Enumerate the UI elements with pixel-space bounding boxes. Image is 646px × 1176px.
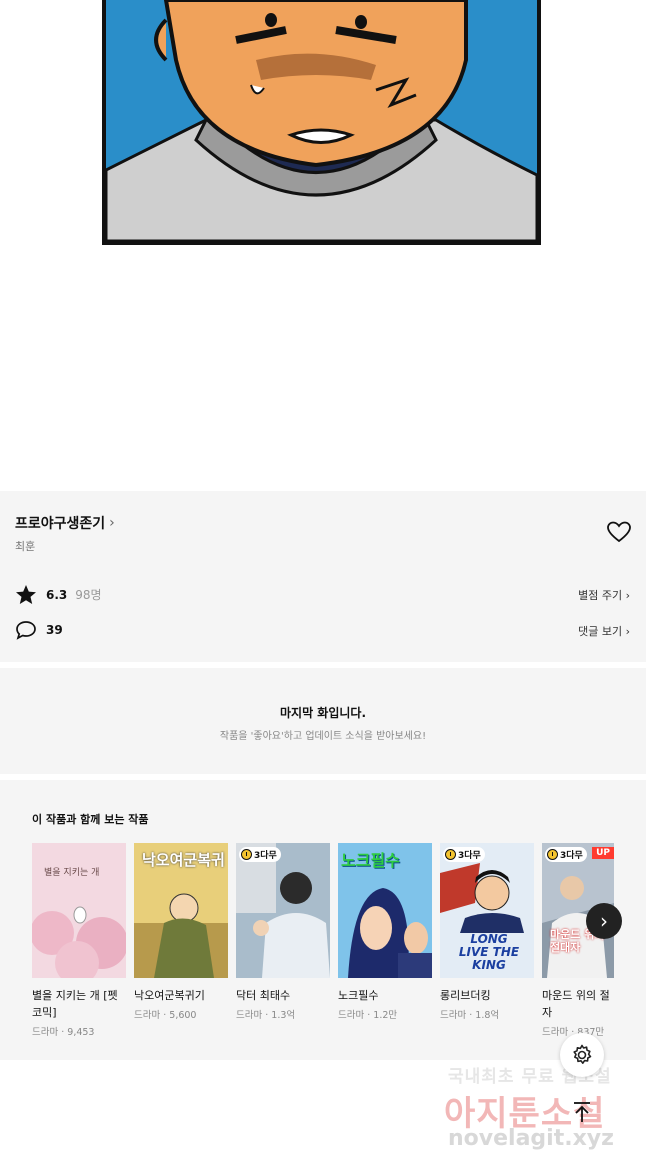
gear-icon xyxy=(573,1044,592,1064)
chevron-right-icon: › xyxy=(109,515,115,531)
scroll-to-top-icon[interactable] xyxy=(570,1100,594,1124)
carousel-next-button[interactable]: › xyxy=(586,903,622,939)
badge-label: 3다무 xyxy=(254,851,277,861)
up-badge: UP xyxy=(592,847,614,859)
free-wait-badge: 3다무 xyxy=(545,847,587,862)
cover-art xyxy=(236,843,330,978)
free-wait-badge: 3다무 xyxy=(239,847,281,862)
star-icon xyxy=(16,585,36,604)
chevron-right-icon: › xyxy=(625,625,630,638)
recommend-title: 롱리브더킹 xyxy=(440,989,491,1002)
view-comments-button[interactable]: 댓글 보기 › xyxy=(578,623,630,639)
recommend-meta: 드라마 · 9,453 xyxy=(32,1027,95,1038)
recommend-title: 마운드 위의 절자 xyxy=(542,989,610,1019)
work-author: 최훈 xyxy=(15,540,36,553)
recommend-card[interactable]: 별을 지키는 개 별을 지키는 개 [펫코믹] 드라마 · 9,453 xyxy=(32,843,126,1038)
cover-art xyxy=(32,843,126,978)
comment-row: 39 xyxy=(15,620,63,640)
recommend-card[interactable]: 3다무 닥터 최태수 드라마 · 1.3억 xyxy=(236,843,330,1021)
cover-title: LONG LIVE THE KING xyxy=(458,932,520,972)
rating-row: 6.3 98명 xyxy=(15,584,102,605)
recommend-card[interactable]: 노크필수 노크필수 드라마 · 1.2만 xyxy=(338,843,432,1021)
recommend-meta: 드라마 · 1.8억 xyxy=(440,1010,500,1021)
recommendations-heading: 이 작품과 함께 보는 작품 xyxy=(32,813,149,826)
rate-button-label: 별점 주기 xyxy=(578,589,623,602)
recommendations-section: 이 작품과 함께 보는 작품 별을 지키는 개 별을 지키는 개 [펫코믹] 드… xyxy=(0,780,646,1060)
last-episode-title: 마지막 화입니다. xyxy=(279,706,367,720)
last-episode-notice: 마지막 화입니다. 작품을 '좋아요'하고 업데이트 소식을 받아보세요! xyxy=(0,668,646,774)
recommend-meta: 드라마 · 1.2만 xyxy=(338,1010,398,1021)
recommend-title: 노크필수 xyxy=(338,989,379,1002)
cover-title: 별을 지키는 개 xyxy=(44,868,100,878)
recommend-card[interactable]: LONG LIVE THE KING 3다무 롱리브더킹 드라마 · 1.8억 xyxy=(440,843,534,1021)
recommend-title: 낙오여군복귀기 xyxy=(134,989,205,1002)
recommend-title: 별을 지키는 개 [펫코믹] xyxy=(32,989,118,1019)
heart-icon[interactable] xyxy=(606,520,632,544)
recommend-card[interactable]: 마운드 위의 절대자 3다무 UP 마운드 위의 절자 드라마 · 837만 xyxy=(542,843,614,1038)
cover-title: 노크필수 xyxy=(341,851,400,870)
comic-panel xyxy=(102,0,541,245)
comment-icon xyxy=(16,621,36,640)
clock-icon xyxy=(445,849,456,860)
recommend-meta: 드라마 · 5,600 xyxy=(134,1010,197,1021)
last-episode-subtitle: 작품을 '좋아요'하고 업데이트 소식을 받아보세요! xyxy=(219,731,427,742)
view-comments-label: 댓글 보기 xyxy=(578,625,623,638)
recommend-meta: 드라마 · 1.3억 xyxy=(236,1010,296,1021)
clock-icon xyxy=(547,849,558,860)
recommend-thumbnail: 별을 지키는 개 xyxy=(32,843,126,978)
settings-button[interactable] xyxy=(560,1033,604,1077)
work-title-link[interactable]: 프로야구생존기 › xyxy=(15,513,115,533)
rate-button[interactable]: 별점 주기 › xyxy=(578,587,630,603)
clock-icon xyxy=(241,849,252,860)
chevron-right-icon: › xyxy=(625,589,630,602)
recommend-title: 닥터 최태수 xyxy=(236,989,291,1002)
recommend-thumbnail: LONG LIVE THE KING 3다무 xyxy=(440,843,534,978)
free-wait-badge: 3다무 xyxy=(443,847,485,862)
work-title: 프로야구생존기 xyxy=(15,516,106,532)
cover-title: 낙오여군복귀 xyxy=(142,851,225,869)
comment-count: 39 xyxy=(46,623,63,637)
badge-label: 3다무 xyxy=(458,851,481,861)
recommend-thumbnail: 3다무 xyxy=(236,843,330,978)
chevron-right-icon: › xyxy=(600,909,608,933)
rating-count: 98명 xyxy=(75,588,102,602)
rating-value: 6.3 xyxy=(46,587,68,602)
comic-illustration xyxy=(106,0,537,241)
watermark-line3: novelagit.xyz xyxy=(448,1126,614,1151)
badge-label: 3다무 xyxy=(560,851,583,861)
watermark: 국내최초 무료 웹소설 아지툰소설 novelagit.xyz xyxy=(440,1060,630,1160)
work-info-panel: 프로야구생존기 › 최훈 6.3 98명 별점 주기 › 39 댓글 보기 › xyxy=(0,491,646,662)
recommend-thumbnail: 낙오여군복귀 xyxy=(134,843,228,978)
recommend-card[interactable]: 낙오여군복귀 낙오여군복귀기 드라마 · 5,600 xyxy=(134,843,228,1021)
recommend-thumbnail: 노크필수 xyxy=(338,843,432,978)
